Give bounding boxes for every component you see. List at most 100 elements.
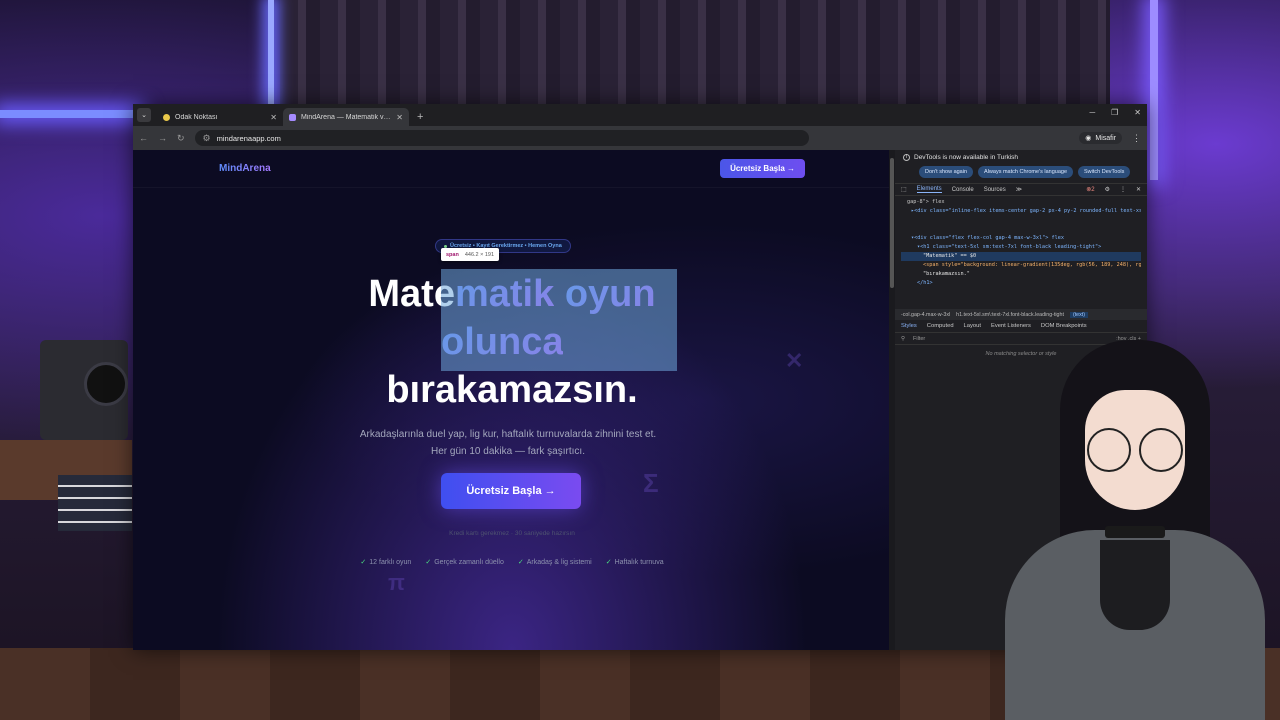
profile-icon: ◉	[1085, 135, 1092, 142]
new-tab-button[interactable]: +	[417, 111, 423, 123]
tab-event-listeners[interactable]: Event Listeners	[991, 323, 1031, 329]
dom-tree: gap-8"> flex ▸<div class="inline-flex it…	[895, 196, 1147, 309]
devtools-close-icon[interactable]: ✕	[1136, 186, 1141, 193]
dom-node[interactable]: </h1>	[901, 279, 1141, 288]
headline-line-3: bırakamazsın.	[386, 369, 638, 411]
math-symbol-decoration: π	[388, 570, 405, 595]
feature-item: ✓ Arkadaş & lig sistemi	[518, 558, 592, 566]
feature-label: 12 farklı oyun	[369, 559, 412, 566]
avatar-glasses	[1087, 428, 1183, 472]
profile-label: Misafir	[1095, 134, 1116, 142]
dom-node[interactable]: ▾<h1 class="text-5xl sm:text-7xl font-bl…	[901, 243, 1141, 252]
inspector-size: 446.2 × 191	[464, 251, 495, 258]
tab-title: MindArena — Matematik ve Zeka	[301, 113, 391, 121]
site-logo[interactable]: MindArena	[219, 163, 271, 174]
hero-subtext: Arkadaşlarınla duel yap, lig kur, haftal…	[359, 429, 657, 457]
page-viewport: MindArena Ücretsiz Başla → ✕ Σ π Ücretsi…	[133, 150, 891, 650]
site-header: MindArena Ücretsiz Başla →	[133, 150, 891, 188]
check-icon: ✓	[360, 559, 367, 566]
forward-arrow-icon[interactable]: →	[158, 133, 167, 143]
neon-light	[268, 0, 274, 110]
feature-list: ✓ 12 farklı oyun ✓ Gerçek zamanlı düello ✓…	[133, 558, 891, 566]
feature-label: Gerçek zamanlı düello	[434, 559, 504, 566]
neon-light	[1150, 0, 1158, 180]
devtools-menu-icon[interactable]: ⋮	[1120, 186, 1126, 193]
feature-item: ✓ Haftalık turnuva	[606, 558, 664, 566]
url-input[interactable]: ⚙ mindarenaapp.com	[194, 130, 810, 146]
chrome-menu-icon[interactable]: ⋮	[1132, 133, 1141, 144]
devtools-language-infobar: i DevTools is now available in Turkish	[895, 150, 1147, 165]
feature-item: ✓ Gerçek zamanlı düello	[425, 558, 504, 566]
tab-title: Odak Noktası	[175, 113, 218, 121]
info-icon: i	[903, 154, 910, 161]
devtools-tabs: ⬚ Elements Console Sources ≫ ⊗2 ⚙ ⋮ ✕	[895, 183, 1147, 196]
inspector-tag: span	[446, 251, 459, 258]
close-window-button[interactable]: ✕	[1134, 108, 1141, 117]
filter-icon: ⚲	[901, 335, 906, 342]
feature-label: Arkadaş & lig sistemi	[526, 559, 592, 566]
minimize-button[interactable]: ─	[1089, 108, 1095, 117]
tab-console[interactable]: Console	[952, 187, 974, 193]
tab-close-icon[interactable]: ✕	[396, 113, 403, 122]
check-icon: ✓	[517, 559, 524, 566]
nav-signup-button[interactable]: Ücretsiz Başla →	[720, 159, 805, 178]
tab-layout[interactable]: Layout	[964, 323, 981, 329]
tab-sources[interactable]: Sources	[984, 187, 1006, 193]
neon-light	[0, 110, 140, 118]
streamer-avatar	[975, 330, 1280, 720]
curtain	[280, 0, 1110, 110]
dom-node[interactable]: <span style="background: linear-gradient…	[901, 261, 1141, 270]
tab-mindarena[interactable]: MindArena — Matematik ve Zeka ✕	[283, 108, 409, 126]
inspector-tooltip: span 446.2 × 191	[441, 248, 500, 261]
dom-node[interactable]: ▸<div class="inline-flex items-center ga…	[901, 207, 1141, 216]
dom-node[interactable]: ▾<div class="flex flex-col gap-4 max-w-3…	[901, 234, 1141, 243]
dom-node[interactable]: gap-8"> flex	[901, 198, 1141, 207]
infobar-text: DevTools is now available in Turkish	[914, 154, 1019, 161]
tab-odak-noktasi[interactable]: Odak Noktası ✕	[157, 108, 283, 126]
book-stack	[58, 475, 132, 531]
breadcrumb-item[interactable]: h1.text-5xl.sm\:text-7xl.font-black.lead…	[956, 312, 1064, 318]
dom-node-wrap	[901, 216, 1141, 234]
dom-node-selected[interactable]: "Matematik" == $0	[901, 252, 1141, 261]
error-count-badge[interactable]: ⊗2	[1086, 186, 1094, 193]
tab-elements[interactable]: Elements	[916, 186, 942, 193]
dom-breadcrumbs: -col.gap-4.max-w-3xl h1.text-5xl.sm\:tex…	[895, 309, 1147, 320]
tab-search-button[interactable]: ⌄	[137, 108, 151, 122]
inspect-icon[interactable]: ⬚	[901, 186, 907, 193]
switch-devtools-button[interactable]: Switch DevTools	[1078, 166, 1131, 178]
hero-signup-button[interactable]: Ücretsiz Başla →	[441, 473, 581, 509]
tab-strip: ⌄ Odak Noktası ✕ MindArena — Matematik v…	[133, 104, 1147, 126]
site-info-icon[interactable]: ⚙	[203, 133, 211, 144]
address-bar: ← → ↻ ⚙ mindarenaapp.com ◉ Misafir ⋮	[133, 126, 1147, 150]
back-arrow-icon[interactable]: ←	[139, 133, 148, 143]
breadcrumb-item[interactable]: -col.gap-4.max-w-3xl	[901, 312, 950, 318]
dont-show-again-button[interactable]: Don't show again	[919, 166, 974, 178]
avatar-hoodie	[1005, 530, 1265, 720]
check-icon: ✓	[425, 559, 432, 566]
tab-favicon	[163, 113, 170, 121]
tab-favicon	[289, 113, 296, 121]
settings-gear-icon[interactable]: ⚙	[1105, 186, 1110, 193]
hero-note: Kredi kartı gerekmez · 30 saniyede hazır…	[449, 530, 575, 537]
window-controls: ─ ❐ ✕	[1089, 108, 1141, 117]
inspector-highlight	[441, 269, 677, 371]
profile-button[interactable]: ◉ Misafir	[1079, 132, 1122, 144]
check-icon: ✓	[605, 559, 612, 566]
avatar-choker	[1105, 526, 1165, 538]
tab-close-icon[interactable]: ✕	[270, 113, 277, 122]
match-language-button[interactable]: Always match Chrome's language	[978, 166, 1074, 178]
math-symbol-decoration: Σ	[643, 468, 659, 498]
maximize-button[interactable]: ❐	[1111, 108, 1118, 117]
infobar-buttons: Don't show again Always match Chrome's l…	[895, 165, 1147, 179]
dom-node[interactable]: "bırakamazsın."	[901, 270, 1141, 279]
tab-computed[interactable]: Computed	[927, 323, 954, 329]
more-tabs-icon[interactable]: ≫	[1016, 186, 1022, 193]
breadcrumb-item-current[interactable]: (text)	[1069, 311, 1089, 318]
feature-item: ✓ 12 farklı oyun	[360, 558, 411, 566]
reload-icon[interactable]: ↻	[177, 133, 185, 144]
tab-dom-breakpoints[interactable]: DOM Breakpoints	[1041, 323, 1087, 329]
tab-styles[interactable]: Styles	[901, 323, 917, 329]
feature-label: Haftalık turnuva	[614, 559, 664, 566]
url-text: mindarenaapp.com	[216, 133, 281, 143]
speaker	[40, 340, 128, 440]
